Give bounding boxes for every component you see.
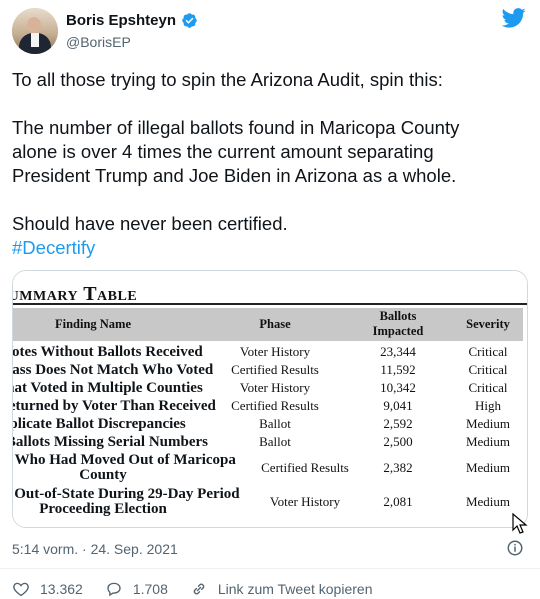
- cell-ballots: 2,081: [383, 494, 413, 509]
- cell-ballots: 10,342: [380, 380, 416, 395]
- header-ballots-line1: Ballots: [379, 309, 417, 323]
- copy-link-label: Link zum Tweet kopieren: [217, 581, 373, 597]
- cell-finding: il-in Votes Without Ballots Received: [12, 344, 203, 360]
- cell-severity: Medium: [465, 494, 511, 509]
- header-phase: Phase: [259, 317, 291, 331]
- cell-phase: Certified Results: [231, 362, 319, 377]
- cell-ballots: 2,592: [383, 416, 413, 431]
- cell-finding-line2: Proceeding Election: [39, 501, 167, 517]
- verified-badge-icon: [182, 13, 197, 28]
- cell-phase: Voter History: [239, 380, 311, 395]
- title-rule: [13, 303, 527, 305]
- cell-finding-line2: County: [79, 467, 127, 483]
- copy-link-button[interactable]: Link zum Tweet kopieren: [190, 580, 373, 598]
- cell-ballots: 23,344: [380, 344, 416, 359]
- reply-count: 1.708: [132, 581, 168, 597]
- heart-icon: [13, 582, 29, 597]
- table-row: Voters Who Had Moved Out of Maricopa Cou…: [13, 452, 523, 486]
- summary-table-document: ding Summary Table Finding Name Phase Ba…: [12, 271, 527, 527]
- cell-severity: Medium: [465, 416, 511, 431]
- header-ballots-line2: Impacted: [372, 324, 424, 338]
- cell-finding: Duplicate Ballot Discrepancies: [13, 416, 186, 432]
- cell-ballots: 2,382: [383, 460, 413, 475]
- cell-ballots: 11,592: [380, 362, 416, 377]
- header-finding: Finding Name: [54, 317, 132, 331]
- table-row: Moved Out-of-State During 29-Day Period …: [13, 486, 523, 520]
- cell-phase: Ballot: [259, 434, 291, 449]
- info-icon[interactable]: [506, 539, 524, 557]
- tweet-line-2: The number of illegal ballots found in M…: [12, 117, 460, 138]
- cell-ballots: 2,500: [383, 434, 413, 449]
- like-button[interactable]: 13.362: [12, 580, 83, 598]
- cell-finding: allots Returned by Voter Than Received: [13, 398, 216, 414]
- link-icon: [193, 583, 205, 595]
- cell-phase: Certified Results: [231, 398, 319, 413]
- tweet-line-3: alone is over 4 times the current amount…: [12, 141, 434, 162]
- reply-bubble-icon: [107, 582, 121, 597]
- tweet-text: To all those trying to spin the Arizona …: [12, 68, 527, 260]
- cell-finding: al Canvass Does Not Match Who Voted: [12, 362, 214, 378]
- tweet-card: Boris Epshteyn @BorisEP To all those try…: [0, 0, 540, 599]
- cell-phase: Voter History: [239, 344, 311, 359]
- author-avatar[interactable]: [12, 8, 58, 54]
- author-name-row[interactable]: Boris Epshteyn: [66, 12, 198, 29]
- cell-severity: Critical: [468, 362, 508, 377]
- author-handle[interactable]: @BorisEP: [66, 34, 131, 50]
- author-name[interactable]: Boris Epshteyn: [66, 12, 176, 29]
- cell-phase: Ballot: [259, 416, 291, 431]
- tweet-line-4: President Trump and Joe Biden in Arizona…: [12, 165, 457, 186]
- tweet-timestamp[interactable]: 5:14 vorm. · 24. Sep. 2021: [12, 541, 178, 557]
- cell-severity: Medium: [465, 460, 511, 475]
- tweet-actions: 13.362 1.708 Link zum Tweet kopieren: [12, 580, 394, 598]
- header-severity: Severity: [466, 317, 510, 331]
- tweet-line-1: To all those trying to spin the Arizona …: [12, 69, 443, 90]
- tweet-line-5: Should have never been certified.: [12, 213, 288, 234]
- footer-divider: [0, 568, 540, 569]
- cell-severity: Critical: [468, 344, 508, 359]
- cell-finding: licate Ballots Missing Serial Numbers: [13, 434, 208, 450]
- like-count: 13.362: [40, 581, 83, 597]
- cell-severity: Medium: [465, 434, 511, 449]
- mouse-cursor-icon: [512, 513, 528, 534]
- attached-image[interactable]: ding Summary Table Finding Name Phase Ba…: [12, 270, 528, 528]
- twitter-bird-icon[interactable]: [502, 8, 526, 28]
- cell-finding: ters that Voted in Multiple Counties: [13, 380, 203, 396]
- table-header: Finding Name Phase Ballots Impacted Seve…: [13, 308, 523, 341]
- cell-severity: High: [475, 398, 501, 413]
- hashtag-link[interactable]: #Decertify: [12, 236, 527, 260]
- cell-severity: Critical: [468, 380, 508, 395]
- cell-ballots: 9,041: [383, 398, 413, 413]
- reply-button[interactable]: 1.708: [105, 580, 168, 598]
